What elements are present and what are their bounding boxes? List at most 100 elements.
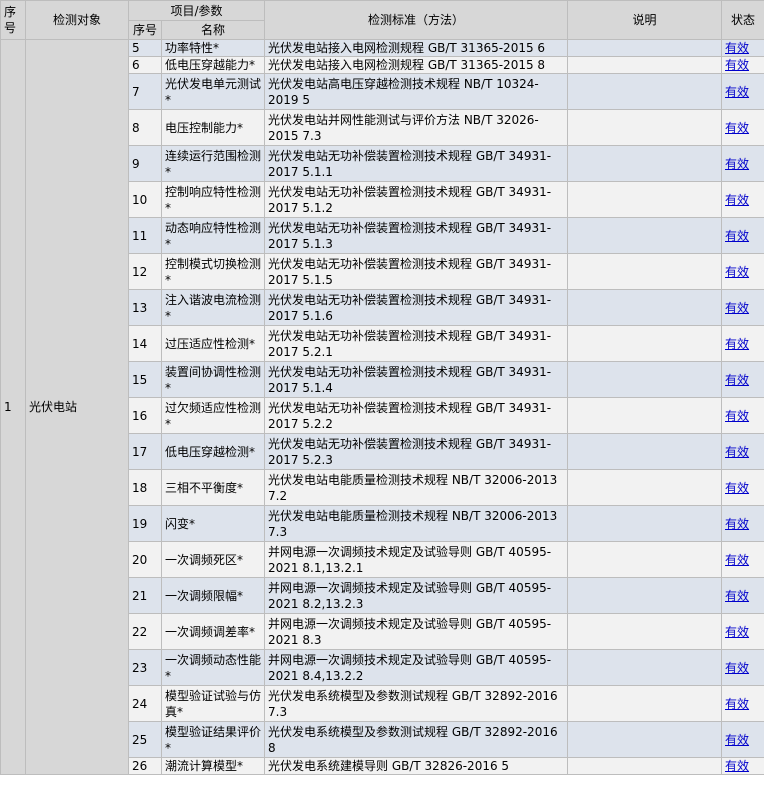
status-link[interactable]: 有效	[725, 85, 749, 99]
standard-cell: 并网电源一次调频技术规定及试验导则 GB/T 40595-2021 8.1,13…	[264, 541, 569, 578]
item-name-cell: 电压控制能力*	[160, 109, 266, 146]
header-sub-seq: 序号	[128, 20, 162, 40]
status-cell: 有效	[721, 253, 764, 290]
note-cell	[567, 145, 723, 182]
note-cell	[567, 469, 723, 506]
status-link[interactable]: 有效	[725, 193, 749, 207]
status-link[interactable]: 有效	[725, 265, 749, 279]
item-name-cell: 控制响应特性检测*	[160, 181, 266, 218]
note-cell	[567, 613, 723, 650]
item-name-cell: 一次调频动态性能*	[160, 649, 266, 686]
header-item-param: 项目/参数	[127, 0, 266, 21]
header-seq: 序号	[0, 0, 26, 40]
status-link[interactable]: 有效	[725, 409, 749, 423]
standard-cell: 光伏发电站接入电网检测规程 GB/T 31365-2015 8	[264, 56, 569, 74]
status-link[interactable]: 有效	[725, 553, 749, 567]
status-link[interactable]: 有效	[725, 661, 749, 675]
note-cell	[567, 325, 723, 362]
item-no-cell: 20	[128, 541, 162, 578]
item-no-cell: 16	[128, 397, 162, 434]
group-object-cell: 光伏电站	[25, 39, 129, 775]
header-status: 状态	[721, 0, 764, 40]
standards-table: 序号 检测对象 项目/参数 检测标准（方法） 说明 状态 序号 名称 1 光伏电站…	[0, 0, 764, 775]
item-no-cell: 17	[128, 433, 162, 470]
standard-cell: 并网电源一次调频技术规定及试验导则 GB/T 40595-2021 8.4,13…	[264, 649, 569, 686]
group-seq-cell: 1	[0, 39, 26, 775]
item-no-cell: 23	[128, 649, 162, 686]
item-name-cell: 低电压穿越能力*	[160, 56, 266, 74]
standard-cell: 光伏发电站无功补偿装置检测技术规程 GB/T 34931-2017 5.2.1	[264, 325, 569, 362]
note-cell	[567, 217, 723, 254]
note-cell	[567, 397, 723, 434]
item-no-cell: 15	[128, 361, 162, 398]
status-cell: 有效	[721, 325, 764, 362]
item-name-cell: 过欠频适应性检测*	[160, 397, 266, 434]
status-link[interactable]: 有效	[725, 301, 749, 315]
header-note: 说明	[567, 0, 723, 40]
item-no-cell: 13	[128, 289, 162, 326]
status-link[interactable]: 有效	[725, 517, 749, 531]
status-link[interactable]: 有效	[725, 589, 749, 603]
status-link[interactable]: 有效	[725, 445, 749, 459]
status-link[interactable]: 有效	[725, 481, 749, 495]
item-name-cell: 光伏发电单元测试*	[160, 73, 266, 110]
status-cell: 有效	[721, 397, 764, 434]
status-link[interactable]: 有效	[725, 229, 749, 243]
status-cell: 有效	[721, 577, 764, 614]
item-name-cell: 功率特性*	[160, 39, 266, 57]
standard-cell: 光伏发电站无功补偿装置检测技术规程 GB/T 34931-2017 5.1.4	[264, 361, 569, 398]
status-link[interactable]: 有效	[725, 337, 749, 351]
item-name-cell: 模型验证试验与仿真*	[160, 685, 266, 722]
item-no-cell: 21	[128, 577, 162, 614]
note-cell	[567, 109, 723, 146]
standard-cell: 光伏发电系统模型及参数测试规程 GB/T 32892-2016 8	[264, 721, 569, 758]
header-object: 检测对象	[25, 0, 129, 40]
item-no-cell: 26	[128, 757, 162, 775]
status-cell: 有效	[721, 757, 764, 775]
item-name-cell: 一次调频死区*	[160, 541, 266, 578]
item-name-cell: 一次调频调差率*	[160, 613, 266, 650]
status-cell: 有效	[721, 541, 764, 578]
note-cell	[567, 361, 723, 398]
item-name-cell: 过压适应性检测*	[160, 325, 266, 362]
status-cell: 有效	[721, 109, 764, 146]
standard-cell: 并网电源一次调频技术规定及试验导则 GB/T 40595-2021 8.3	[264, 613, 569, 650]
item-name-cell: 模型验证结果评价*	[160, 721, 266, 758]
item-no-cell: 14	[128, 325, 162, 362]
item-name-cell: 动态响应特性检测*	[160, 217, 266, 254]
status-link[interactable]: 有效	[725, 697, 749, 711]
standard-cell: 光伏发电站高电压穿越检测技术规程 NB/T 10324-2019 5	[264, 73, 569, 110]
standard-cell: 光伏发电站电能质量检测技术规程 NB/T 32006-2013 7.3	[264, 505, 569, 542]
item-name-cell: 连续运行范围检测*	[160, 145, 266, 182]
standard-cell: 光伏发电站无功补偿装置检测技术规程 GB/T 34931-2017 5.1.5	[264, 253, 569, 290]
status-cell: 有效	[721, 469, 764, 506]
standard-cell: 光伏发电站并网性能测试与评价方法 NB/T 32026-2015 7.3	[264, 109, 569, 146]
standard-cell: 光伏发电系统模型及参数测试规程 GB/T 32892-2016 7.3	[264, 685, 569, 722]
table-row: 1 光伏电站 5 功率特性* 光伏发电站接入电网检测规程 GB/T 31365-2015…	[0, 39, 764, 775]
standard-cell: 并网电源一次调频技术规定及试验导则 GB/T 40595-2021 8.2,13…	[264, 577, 569, 614]
status-cell: 有效	[721, 181, 764, 218]
status-link[interactable]: 有效	[725, 625, 749, 639]
standard-cell: 光伏发电系统建模导则 GB/T 32826-2016 5	[264, 757, 569, 775]
status-link[interactable]: 有效	[725, 157, 749, 171]
status-link[interactable]: 有效	[725, 121, 749, 135]
status-link[interactable]: 有效	[725, 373, 749, 387]
item-no-cell: 25	[128, 721, 162, 758]
status-link[interactable]: 有效	[725, 58, 749, 72]
standard-cell: 光伏发电站无功补偿装置检测技术规程 GB/T 34931-2017 5.1.3	[264, 217, 569, 254]
note-cell	[567, 253, 723, 290]
item-name-cell: 装置间协调性检测*	[160, 361, 266, 398]
note-cell	[567, 433, 723, 470]
standard-cell: 光伏发电站电能质量检测技术规程 NB/T 32006-2013 7.2	[264, 469, 569, 506]
header-standard: 检测标准（方法）	[264, 0, 569, 40]
status-link[interactable]: 有效	[725, 759, 749, 773]
status-link[interactable]: 有效	[725, 41, 749, 55]
note-cell	[567, 577, 723, 614]
status-link[interactable]: 有效	[725, 733, 749, 747]
item-name-cell: 低电压穿越检测*	[160, 433, 266, 470]
note-cell	[567, 56, 723, 74]
item-name-cell: 闪变*	[160, 505, 266, 542]
standard-cell: 光伏发电站无功补偿装置检测技术规程 GB/T 34931-2017 5.1.6	[264, 289, 569, 326]
status-cell: 有效	[721, 685, 764, 722]
standard-cell: 光伏发电站接入电网检测规程 GB/T 31365-2015 6	[264, 39, 569, 57]
